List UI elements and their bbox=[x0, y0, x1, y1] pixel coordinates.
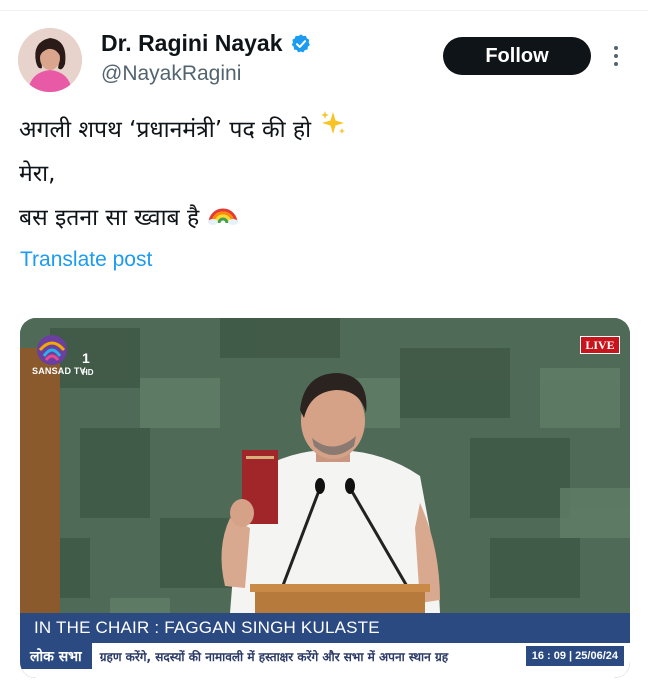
avatar[interactable] bbox=[18, 28, 82, 92]
author-display-name[interactable]: Dr. Ragini Nayak bbox=[101, 30, 283, 57]
author-handle[interactable]: @NayakRagini bbox=[101, 62, 241, 86]
post-text: अगली शपथ ‘प्रधानमंत्री’ पद की हो मेरा, ब… bbox=[19, 108, 347, 240]
ticker-text: ग्रहण करेंगे, सदस्यों की नामावली में हस्… bbox=[99, 649, 449, 664]
ticker-timestamp: 16 : 09 | 25/06/24 bbox=[525, 646, 624, 666]
chair-caption-bar: IN THE CHAIR : FAGGAN SINGH KULASTE bbox=[20, 613, 630, 643]
translate-post-link[interactable]: Translate post bbox=[20, 248, 152, 272]
top-divider bbox=[0, 10, 648, 11]
channel-hd: HD bbox=[82, 368, 94, 377]
post-media-video[interactable]: SANSAD TV 1 HD LIVE IN THE CHAIR : FAGGA… bbox=[20, 318, 630, 678]
ticker-label: लोक सभा bbox=[20, 643, 92, 669]
rainbow-emoji bbox=[207, 196, 239, 240]
channel-number: 1 bbox=[82, 350, 90, 366]
ticker-bottom-strip bbox=[20, 669, 630, 678]
post-line-3: बस इतना सा ख्वाब है bbox=[19, 196, 347, 240]
more-options-icon[interactable] bbox=[606, 42, 626, 70]
verified-badge-icon bbox=[291, 33, 310, 52]
author-name-row[interactable]: Dr. Ragini Nayak bbox=[101, 30, 312, 57]
post-line-2: मेरा, bbox=[19, 152, 347, 196]
news-ticker: लोक सभा ग्रहण करेंगे, सदस्यों की नामावली… bbox=[20, 643, 630, 669]
chair-caption: IN THE CHAIR : FAGGAN SINGH KULASTE bbox=[34, 618, 380, 637]
post-line-3-text: बस इतना सा ख्वाब है bbox=[19, 205, 200, 231]
follow-button[interactable]: Follow bbox=[443, 37, 591, 75]
live-badge: LIVE bbox=[580, 336, 620, 354]
sparkles-emoji bbox=[319, 108, 347, 152]
rainbow-icon bbox=[208, 208, 239, 225]
post-line-1-text: अगली शपथ ‘प्रधानमंत्री’ पद की हो bbox=[19, 117, 312, 143]
post-line-1: अगली शपथ ‘प्रधानमंत्री’ पद की हो bbox=[19, 108, 347, 152]
sparkles-icon bbox=[321, 111, 346, 134]
channel-logo-text: SANSAD TV bbox=[32, 366, 86, 376]
post-line-2-text: मेरा, bbox=[19, 161, 56, 187]
